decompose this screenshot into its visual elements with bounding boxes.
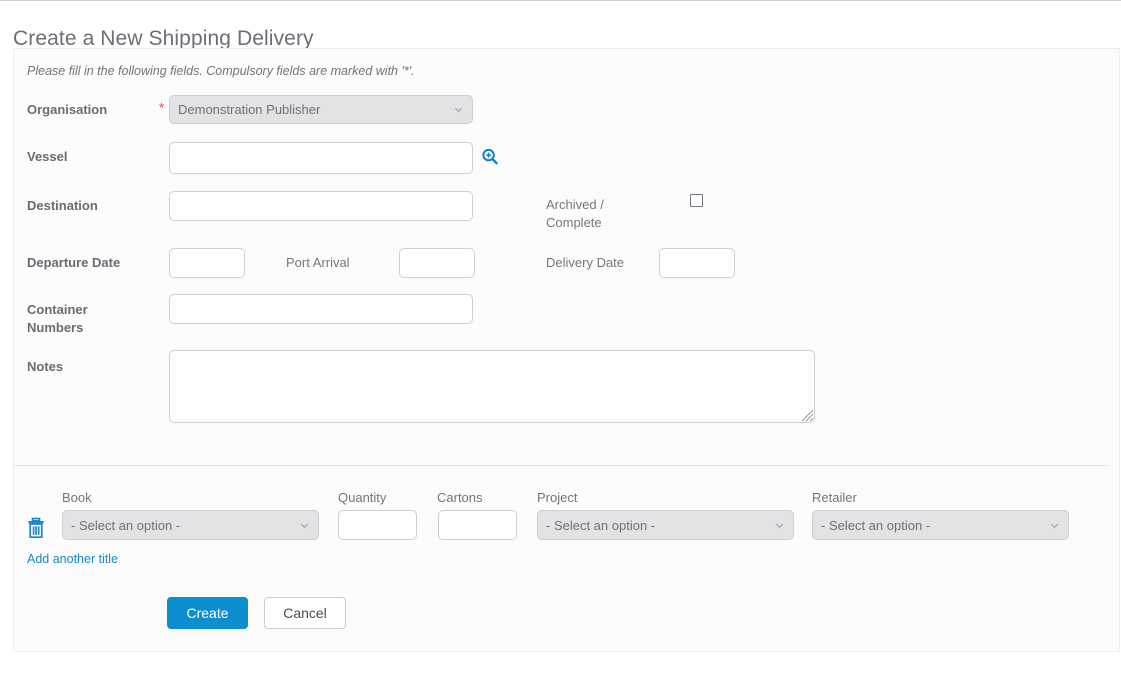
- organisation-required-marker: *: [159, 100, 165, 115]
- book-column-header: Book: [62, 490, 92, 505]
- destination-label: Destination: [27, 198, 98, 213]
- organisation-select[interactable]: Demonstration Publisher: [169, 95, 473, 124]
- delete-row-button[interactable]: [26, 517, 46, 539]
- departure-date-label: Departure Date: [27, 255, 121, 270]
- retailer-select[interactable]: - Select an option -: [812, 510, 1069, 540]
- port-arrival-input[interactable]: [399, 248, 475, 278]
- archived-complete-label-line1: Archived /: [546, 197, 604, 212]
- organisation-select-value: Demonstration Publisher: [178, 102, 321, 117]
- quantity-column-header: Quantity: [338, 490, 387, 505]
- project-select[interactable]: - Select an option -: [537, 510, 794, 540]
- container-numbers-label: Container Numbers: [27, 301, 157, 337]
- container-numbers-label-line1: Container: [27, 302, 88, 317]
- delivery-date-input[interactable]: [659, 248, 735, 278]
- quantity-input[interactable]: [338, 510, 417, 540]
- create-button[interactable]: Create: [167, 597, 248, 629]
- trash-icon: [28, 517, 44, 539]
- retailer-select-value: - Select an option -: [821, 517, 931, 533]
- section-divider: [13, 465, 1107, 466]
- chevron-down-icon: [1050, 523, 1059, 528]
- container-numbers-label-line2: Numbers: [27, 320, 84, 335]
- archived-complete-label-line2: Complete: [546, 215, 602, 230]
- retailer-column-header: Retailer: [812, 490, 857, 505]
- cancel-button[interactable]: Cancel: [264, 597, 346, 629]
- port-arrival-label: Port Arrival: [286, 255, 350, 270]
- form-hint: Please fill in the following fields. Com…: [27, 64, 415, 78]
- book-select[interactable]: - Select an option -: [62, 510, 319, 540]
- project-select-value: - Select an option -: [546, 517, 656, 533]
- chevron-down-icon: [454, 107, 463, 113]
- cartons-input[interactable]: [438, 510, 517, 540]
- magnifier-plus-icon: [482, 148, 498, 165]
- archived-complete-checkbox[interactable]: [690, 194, 703, 207]
- archived-complete-label: Archived / Complete: [546, 196, 604, 232]
- book-select-value: - Select an option -: [71, 517, 181, 533]
- departure-date-input[interactable]: [169, 248, 245, 278]
- vessel-lookup-button[interactable]: [481, 148, 499, 166]
- add-another-title-link[interactable]: Add another title: [27, 552, 118, 566]
- chevron-down-icon: [300, 523, 309, 528]
- destination-input[interactable]: [169, 191, 473, 221]
- vessel-label: Vessel: [27, 149, 68, 164]
- organisation-label: Organisation: [27, 102, 108, 117]
- chevron-down-icon: [775, 523, 784, 528]
- cartons-column-header: Cartons: [437, 490, 483, 505]
- container-numbers-input[interactable]: [169, 294, 473, 324]
- notes-label: Notes: [27, 359, 64, 374]
- notes-textarea[interactable]: [169, 350, 815, 423]
- top-border: [0, 0, 1121, 1]
- delivery-date-label: Delivery Date: [546, 255, 625, 270]
- vessel-input[interactable]: [169, 142, 473, 174]
- project-column-header: Project: [537, 490, 578, 505]
